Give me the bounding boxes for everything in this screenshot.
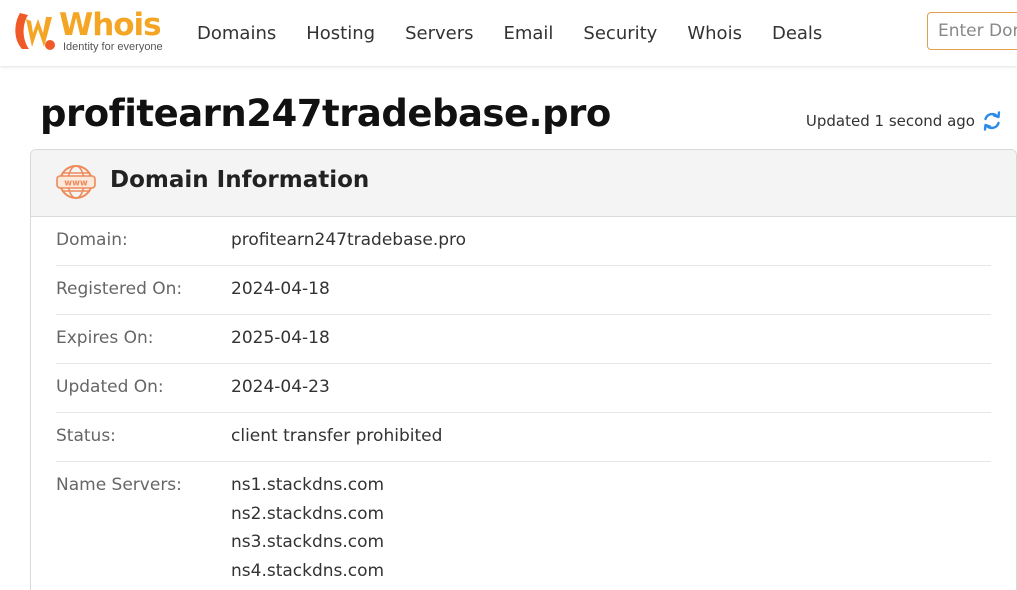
name-server-list: ns1.stackdns.com ns2.stackdns.com ns3.st… bbox=[231, 475, 384, 589]
updated-text: Updated 1 second ago bbox=[805, 112, 975, 130]
card-title: Domain Information bbox=[110, 167, 370, 193]
brand-name: Whois bbox=[59, 7, 162, 43]
nav-item-servers[interactable]: Servers bbox=[390, 23, 488, 44]
nav-item-domains[interactable]: Domains bbox=[182, 23, 291, 44]
info-row-registered-on: Registered On: 2024-04-18 bbox=[56, 266, 991, 315]
name-server: ns2.stackdns.com bbox=[231, 503, 385, 524]
info-value: client transfer prohibited bbox=[231, 426, 443, 446]
nav-item-hosting[interactable]: Hosting bbox=[291, 23, 390, 44]
main-nav: Domains Hosting Servers Email Security W… bbox=[182, 0, 837, 66]
info-row-expires-on: Expires On: 2025-04-18 bbox=[56, 315, 991, 364]
info-label: Name Servers: bbox=[56, 475, 182, 495]
info-label: Expires On: bbox=[56, 328, 154, 348]
nav-item-whois[interactable]: Whois bbox=[672, 23, 757, 44]
nav-item-deals[interactable]: Deals bbox=[757, 23, 837, 44]
name-server: ns1.stackdns.com bbox=[231, 475, 385, 495]
name-server: ns4.stackdns.com bbox=[231, 560, 385, 581]
whois-logo-icon bbox=[15, 13, 55, 50]
info-row-name-servers: Name Servers: ns1.stackdns.com ns2.stack… bbox=[56, 462, 991, 589]
info-row-updated-on: Updated On: 2024-04-23 bbox=[56, 364, 991, 413]
domain-search-input[interactable] bbox=[928, 13, 1017, 49]
refresh-icon[interactable] bbox=[982, 110, 1002, 132]
brand-tagline: Identity for everyone bbox=[63, 41, 163, 53]
info-value: 2024-04-18 bbox=[231, 279, 330, 299]
top-navigation-bar: Whois Identity for everyone Domains Host… bbox=[0, 0, 1017, 66]
name-server: ns3.stackdns.com bbox=[231, 532, 385, 552]
info-value: profitearn247tradebase.pro bbox=[231, 230, 467, 250]
info-label: Status: bbox=[56, 426, 116, 446]
www-globe-icon: www bbox=[56, 165, 96, 199]
nav-item-security[interactable]: Security bbox=[568, 23, 672, 44]
info-label: Registered On: bbox=[56, 279, 183, 299]
card-header: www Domain Information bbox=[31, 150, 1016, 217]
info-value: 2025-04-18 bbox=[231, 328, 330, 348]
domain-info-table: Domain: profitearn247tradebase.pro Regis… bbox=[56, 217, 991, 589]
page-title: profitearn247tradebase.pro bbox=[40, 92, 611, 135]
whois-logo[interactable]: Whois Identity for everyone bbox=[10, 7, 165, 55]
info-label: Domain: bbox=[56, 230, 128, 250]
info-row-status: Status: client transfer prohibited bbox=[56, 413, 991, 462]
info-row-domain: Domain: profitearn247tradebase.pro bbox=[56, 217, 991, 266]
svg-text:www: www bbox=[64, 179, 88, 189]
info-label: Updated On: bbox=[56, 377, 164, 397]
last-updated: Updated 1 second ago bbox=[806, 110, 1002, 132]
domain-information-card: www Domain Information Domain: profitear… bbox=[30, 149, 1017, 590]
domain-search-box bbox=[927, 12, 1017, 50]
info-value: 2024-04-23 bbox=[231, 377, 330, 397]
nav-item-email[interactable]: Email bbox=[488, 23, 568, 44]
